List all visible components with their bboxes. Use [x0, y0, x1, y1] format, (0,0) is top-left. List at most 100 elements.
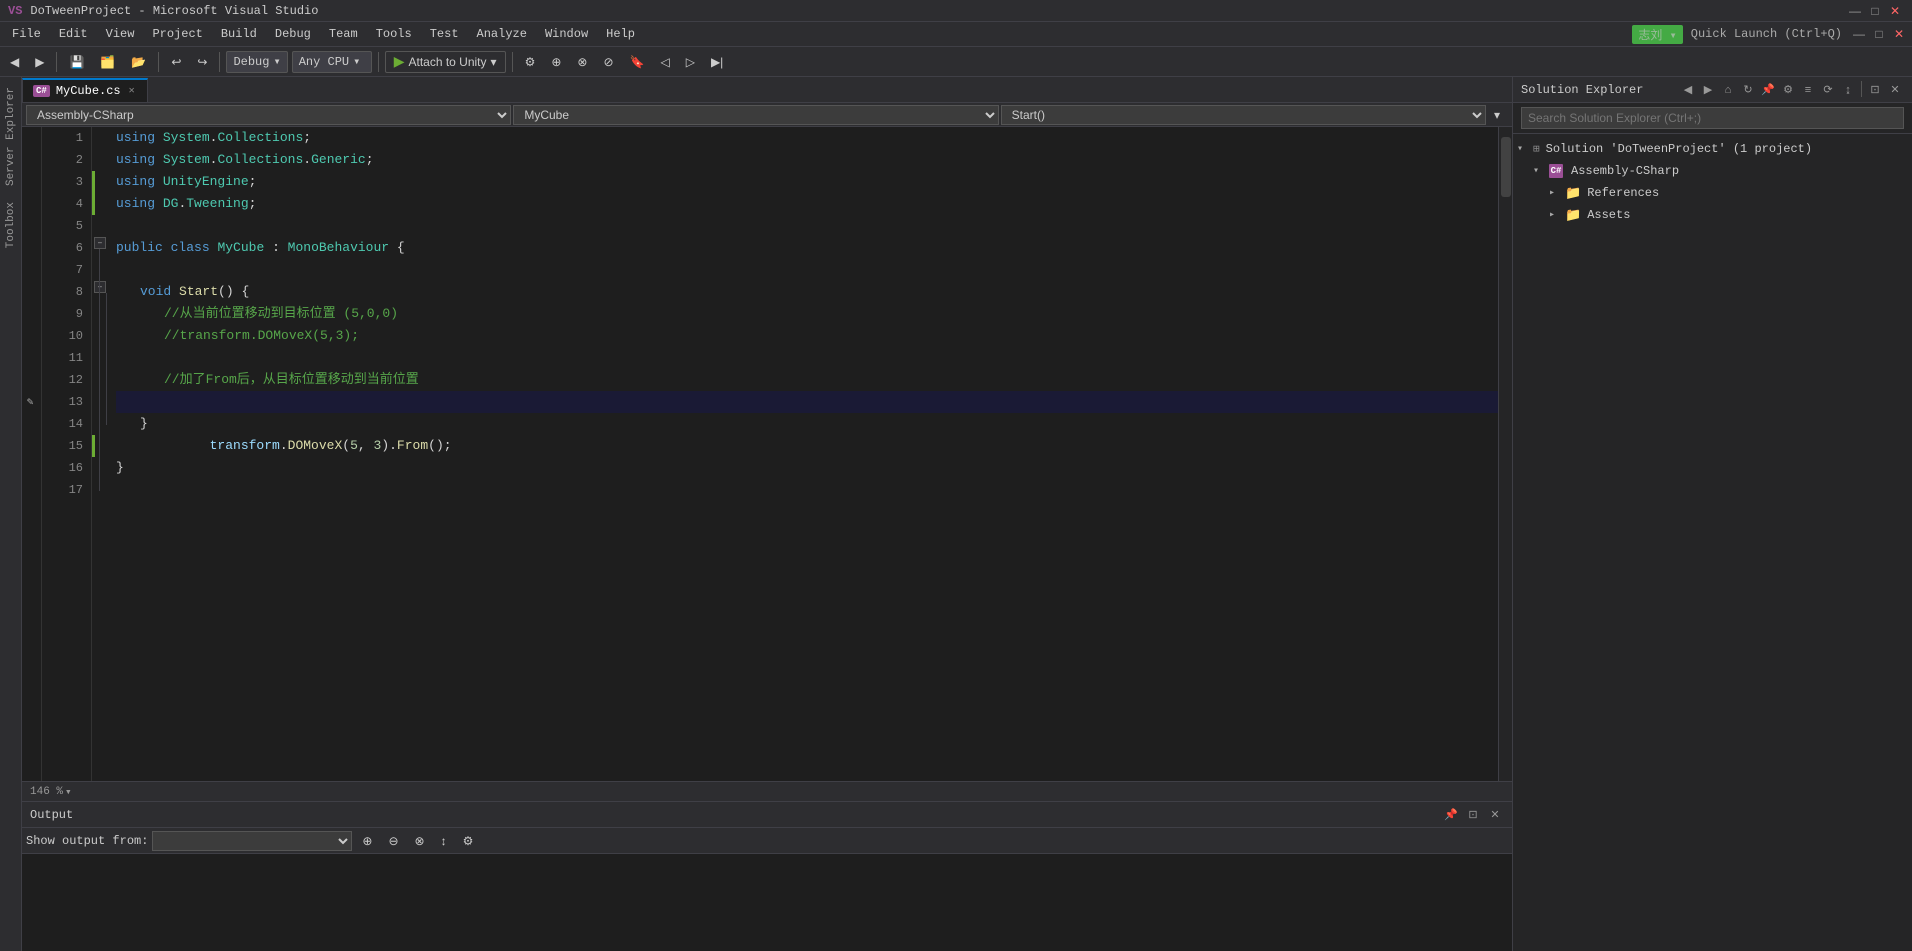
attach-label: Attach to Unity [408, 55, 486, 69]
menu-project[interactable]: Project [144, 25, 210, 43]
toolbar-back[interactable]: ◀ [4, 53, 25, 71]
toolbar-debug-2[interactable]: ⊕ [545, 53, 567, 71]
menu-debug[interactable]: Debug [267, 25, 319, 43]
output-tool-3[interactable]: ⊗ [409, 832, 431, 850]
toolbar-sep-1 [56, 52, 57, 72]
minimize-button[interactable]: — [1846, 2, 1864, 20]
menu-edit[interactable]: Edit [51, 25, 96, 43]
references-folder-icon: 📁 [1565, 186, 1581, 201]
assembly-dropdown[interactable]: Assembly-CSharp [26, 105, 511, 125]
se-sync-btn[interactable]: ⟳ [1819, 81, 1837, 99]
tb-minimize[interactable]: — [1850, 25, 1868, 43]
line-4: 4 [46, 193, 83, 215]
se-float-btn[interactable]: ⊡ [1866, 81, 1884, 99]
output-float-btn[interactable]: ⊡ [1464, 806, 1482, 824]
toolbar-debug-1[interactable]: ⚙ [519, 53, 542, 71]
close-button[interactable]: ✕ [1886, 2, 1904, 20]
se-home-btn[interactable]: ⌂ [1719, 81, 1737, 99]
output-source-dropdown[interactable] [152, 831, 352, 851]
se-close-btn[interactable]: ✕ [1886, 81, 1904, 99]
toolbar-save-all[interactable]: 🗂️ [94, 53, 121, 71]
se-collapse-all-btn[interactable]: ↨ [1839, 81, 1857, 99]
toolbar-save[interactable]: 💾 [63, 53, 90, 71]
toolbar-bookmark[interactable]: 🔖 [624, 53, 651, 71]
se-search-input[interactable] [1521, 107, 1904, 129]
toolbar-nav-2[interactable]: ▷ [680, 53, 701, 71]
se-forward-btn[interactable]: ▶ [1699, 81, 1717, 99]
code-line-3: using UnityEngine; [116, 171, 1498, 193]
output-tool-4[interactable]: ↕ [435, 832, 453, 850]
line-10: 10 [46, 325, 83, 347]
se-pin-btn[interactable]: 📌 [1759, 81, 1777, 99]
tb-close[interactable]: ✕ [1890, 25, 1908, 43]
line-6: 6 [46, 237, 83, 259]
output-tool-1[interactable]: ⊕ [356, 832, 378, 850]
toolbar-redo[interactable]: ↪ [191, 53, 213, 71]
class-dropdown[interactable]: MyCube [513, 105, 998, 125]
tree-assets[interactable]: ▸ 📁 Assets [1513, 204, 1912, 226]
line-9: 9 [46, 303, 83, 325]
attach-to-unity-button[interactable]: ▶ Attach to Unity ▾ [385, 51, 506, 73]
tab-filename: MyCube.cs [56, 84, 121, 98]
solution-explorer-label: Solution Explorer [1521, 83, 1643, 97]
toolbar-nav-3[interactable]: ▶| [705, 53, 729, 71]
nav-expand-btn[interactable]: ▾ [1488, 105, 1508, 125]
struct-line-method [106, 293, 107, 425]
solution-arrow-icon: ▾ [1517, 143, 1529, 155]
line-8: 8 [46, 281, 83, 303]
toolbar-sep-2 [158, 52, 159, 72]
menu-help[interactable]: Help [598, 25, 643, 43]
line-14: 14 [46, 413, 83, 435]
debug-mode-dropdown[interactable]: Debug ▾ [226, 51, 287, 73]
attach-arrow-icon: ▾ [491, 55, 497, 69]
vertical-scrollbar[interactable] [1498, 127, 1512, 781]
debug-mode-label: Debug [233, 55, 269, 69]
assets-arrow-icon: ▸ [1549, 209, 1561, 221]
se-filter-btn[interactable]: ≡ [1799, 81, 1817, 99]
menu-file[interactable]: File [4, 25, 49, 43]
toolbar-nav-1[interactable]: ◁ [654, 53, 675, 71]
toolbar-open[interactable]: 📂 [125, 53, 152, 71]
output-tool-5[interactable]: ⚙ [457, 832, 480, 850]
sidebar-toolbox[interactable]: Toolbox [2, 196, 20, 254]
collapse-class-btn[interactable]: – [94, 237, 106, 249]
menu-view[interactable]: View [98, 25, 143, 43]
toolbar-undo[interactable]: ↩ [165, 53, 187, 71]
toolbar-forward[interactable]: ▶ [29, 53, 50, 71]
se-settings-btn[interactable]: ⚙ [1779, 81, 1797, 99]
menu-window[interactable]: Window [537, 25, 596, 43]
sidebar-server-explorer[interactable]: Server Explorer [2, 81, 20, 192]
line-12: 12 [46, 369, 83, 391]
code-content[interactable]: using System.Collections; using System.C… [108, 127, 1498, 781]
tab-close-button[interactable]: ✕ [127, 84, 137, 98]
menu-test[interactable]: Test [422, 25, 467, 43]
collapse-method-btn[interactable]: – [94, 281, 106, 293]
editor-area: C# MyCube.cs ✕ Assembly-CSharp MyCube St… [22, 77, 1512, 801]
se-back-btn[interactable]: ◀ [1679, 81, 1697, 99]
tb-maximize[interactable]: □ [1870, 25, 1888, 43]
solution-label: Solution 'DoTweenProject' (1 project) [1546, 142, 1812, 156]
toolbar-debug-3[interactable]: ⊗ [571, 53, 593, 71]
output-pin-btn[interactable]: 📌 [1442, 806, 1460, 824]
toolbar-debug-4[interactable]: ⊘ [597, 53, 619, 71]
tree-solution[interactable]: ▾ ⊞ Solution 'DoTweenProject' (1 project… [1513, 138, 1912, 160]
tree-assembly-csharp[interactable]: ▾ C# Assembly-CSharp [1513, 160, 1912, 182]
menu-build[interactable]: Build [213, 25, 265, 43]
platform-dropdown[interactable]: Any CPU ▾ [292, 51, 372, 73]
tree-references[interactable]: ▸ 📁 References [1513, 182, 1912, 204]
scroll-thumb[interactable] [1501, 137, 1511, 197]
assets-folder-icon: 📁 [1565, 208, 1581, 223]
se-refresh-btn[interactable]: ↻ [1739, 81, 1757, 99]
output-tool-2[interactable]: ⊖ [382, 832, 404, 850]
tab-mycube-cs[interactable]: C# MyCube.cs ✕ [22, 78, 148, 102]
code-editor[interactable]: ✎ 1 2 3 4 5 6 7 8 9 10 11 12 13 [22, 127, 1512, 781]
output-close-btn[interactable]: ✕ [1486, 806, 1504, 824]
line-1: 1 [46, 127, 83, 149]
menu-tools[interactable]: Tools [368, 25, 420, 43]
maximize-button[interactable]: □ [1866, 2, 1884, 20]
menu-team[interactable]: Team [321, 25, 366, 43]
solution-tree: ▾ ⊞ Solution 'DoTweenProject' (1 project… [1513, 134, 1912, 951]
method-dropdown[interactable]: Start() [1001, 105, 1486, 125]
zoom-dropdown-icon[interactable]: ▾ [65, 785, 72, 799]
menu-analyze[interactable]: Analyze [469, 25, 535, 43]
